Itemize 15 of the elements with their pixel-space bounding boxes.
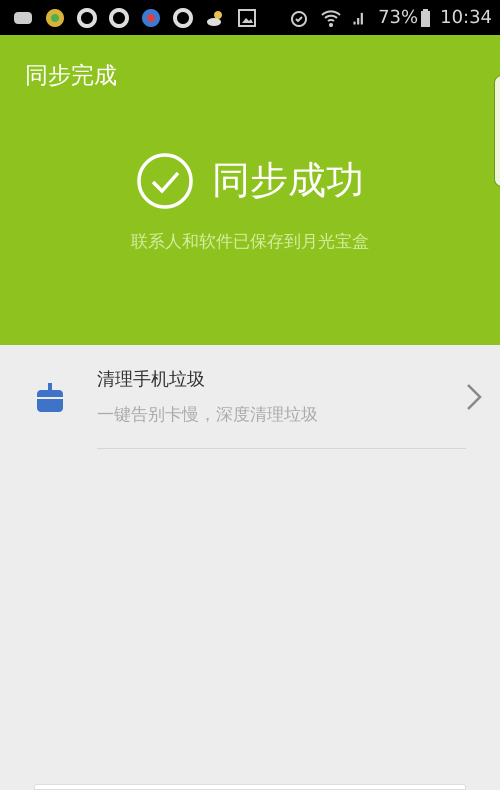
list-item[interactable]: 清理手机垃圾 一键告别卡慢，深度清理垃圾 bbox=[0, 345, 500, 449]
app-icon bbox=[140, 6, 162, 28]
check-circle-icon bbox=[136, 152, 194, 210]
chevron-right-icon bbox=[466, 383, 482, 411]
battery-icon bbox=[421, 8, 430, 26]
image-icon bbox=[236, 6, 258, 28]
battery-percent: 73% bbox=[378, 6, 418, 30]
app-icon bbox=[44, 6, 66, 28]
item-title: 清理手机垃圾 bbox=[97, 368, 205, 392]
subtitle-text: 联系人和软件已保存到月光宝盒 bbox=[131, 230, 369, 254]
clock: 10:34 bbox=[440, 6, 492, 30]
item-subtitle: 一键告别卡慢，深度清理垃圾 bbox=[97, 404, 318, 427]
briefcase-icon bbox=[37, 382, 63, 412]
page-title: 同步完成 bbox=[25, 62, 117, 91]
success-text: 同步成功 bbox=[212, 157, 364, 204]
